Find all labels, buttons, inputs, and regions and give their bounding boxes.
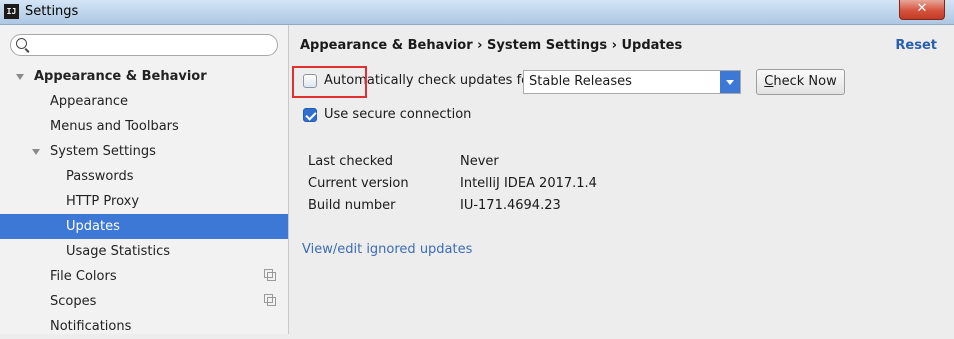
- close-icon[interactable]: ✕: [899, 0, 945, 20]
- sidebar-item-updates[interactable]: Updates: [0, 214, 288, 239]
- sidebar-item-label: System Settings: [50, 144, 156, 159]
- sidebar-item-label: Appearance: [50, 94, 129, 109]
- info-key-last-checked: Last checked: [308, 154, 394, 169]
- sidebar-item-passwords[interactable]: Passwords: [0, 164, 288, 189]
- sidebar-item-http-proxy[interactable]: HTTP Proxy: [0, 189, 288, 214]
- info-value-current-version: IntelliJ IDEA 2017.1.4: [460, 176, 597, 191]
- intellij-app-icon: IJ: [4, 4, 19, 19]
- button-label: heck Now: [773, 74, 837, 89]
- reset-link[interactable]: Reset: [895, 38, 937, 53]
- sidebar-item-label: File Colors: [50, 269, 117, 284]
- sidebar-item-system-settings[interactable]: System Settings: [0, 139, 288, 164]
- sidebar-item-file-colors[interactable]: File Colors: [0, 264, 288, 289]
- chevron-down-icon[interactable]: [16, 74, 24, 80]
- title-bar: IJ Settings ✕: [0, 0, 954, 25]
- check-now-button[interactable]: Check Now: [756, 69, 845, 95]
- mnemonic-letter: C: [764, 74, 774, 89]
- search-input[interactable]: [33, 37, 277, 55]
- sidebar-item-menus-toolbars[interactable]: Menus and Toolbars: [0, 114, 288, 139]
- copy-icon: [264, 294, 276, 306]
- sidebar-item-notifications[interactable]: Notifications: [0, 314, 288, 339]
- sidebar-item-label: Notifications: [50, 319, 132, 334]
- chevron-down-icon[interactable]: [32, 149, 40, 155]
- sidebar-item-label: Updates: [66, 219, 120, 234]
- sidebar-item-label: Usage Statistics: [66, 244, 171, 259]
- sidebar-item-appearance[interactable]: Appearance: [0, 89, 288, 114]
- info-value-last-checked: Never: [460, 154, 499, 169]
- secure-connection-checkbox[interactable]: [303, 108, 317, 122]
- search-field[interactable]: [10, 34, 278, 56]
- sidebar-item-usage-statistics[interactable]: Usage Statistics: [0, 239, 288, 264]
- update-channel-value: Stable Releases: [529, 74, 632, 89]
- info-key-current-version: Current version: [308, 176, 409, 191]
- sidebar-item-label: Menus and Toolbars: [50, 119, 179, 134]
- label-part: matically check updates for: [354, 73, 535, 88]
- sidebar-item-label: Appearance & Behavior: [34, 69, 207, 84]
- update-channel-select[interactable]: Stable Releases: [523, 70, 741, 94]
- chevron-down-icon[interactable]: [720, 71, 740, 93]
- highlight-annotation: [292, 66, 367, 98]
- sidebar-item-label: Passwords: [66, 169, 134, 184]
- secure-connection-label[interactable]: Use secure connection: [324, 107, 471, 122]
- info-key-build-number: Build number: [308, 198, 396, 213]
- sidebar-item-label: Scopes: [50, 294, 97, 309]
- window-title: Settings: [25, 4, 79, 19]
- sidebar-item-appearance-behavior[interactable]: Appearance & Behavior: [0, 64, 288, 89]
- view-ignored-updates-link[interactable]: View/edit ignored updates: [302, 242, 472, 257]
- settings-sidebar: Appearance & Behavior Appearance Menus a…: [0, 25, 289, 334]
- sidebar-item-scopes[interactable]: Scopes: [0, 289, 288, 314]
- search-icon: [16, 38, 27, 49]
- info-value-build-number: IU-171.4694.23: [460, 198, 561, 213]
- breadcrumb: Appearance & Behavior › System Settings …: [300, 38, 683, 53]
- copy-icon: [264, 269, 276, 281]
- sidebar-item-label: HTTP Proxy: [66, 194, 140, 209]
